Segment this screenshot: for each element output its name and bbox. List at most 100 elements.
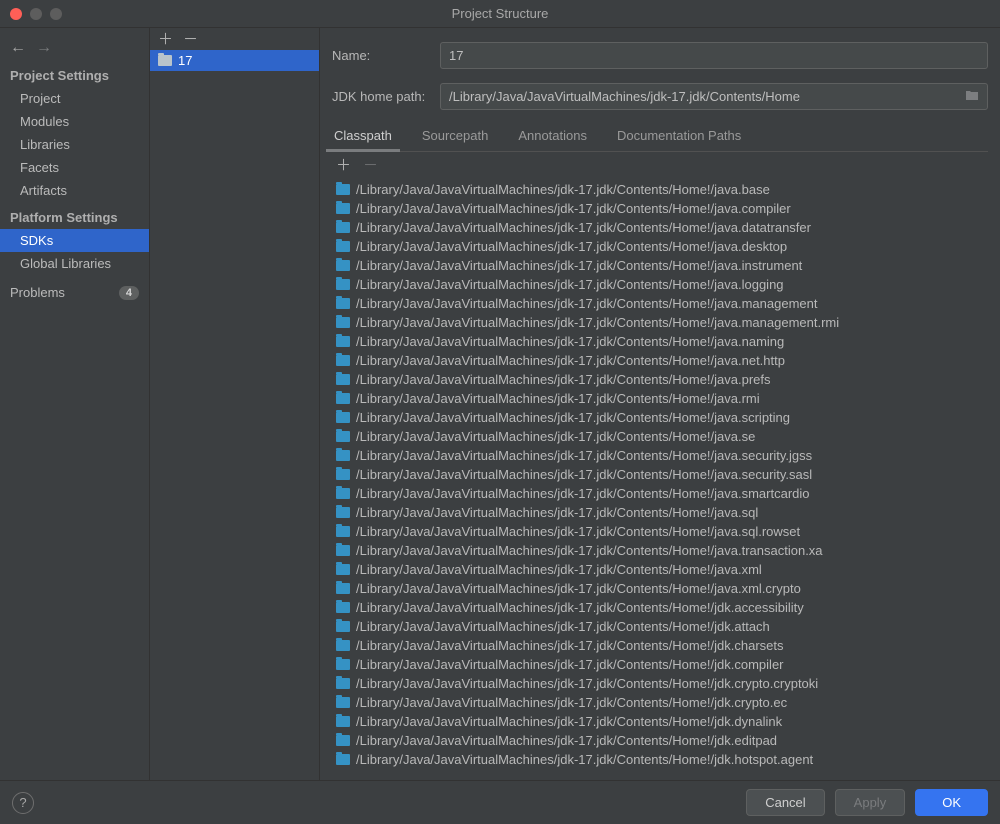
classpath-path: /Library/Java/JavaVirtualMachines/jdk-17…: [356, 619, 770, 634]
classpath-path: /Library/Java/JavaVirtualMachines/jdk-17…: [356, 429, 755, 444]
classpath-row[interactable]: /Library/Java/JavaVirtualMachines/jdk-17…: [332, 199, 988, 218]
problems-label: Problems: [10, 285, 65, 300]
folder-icon: [336, 184, 350, 195]
classpath-row[interactable]: /Library/Java/JavaVirtualMachines/jdk-17…: [332, 294, 988, 313]
classpath-path: /Library/Java/JavaVirtualMachines/jdk-17…: [356, 315, 839, 330]
ok-button[interactable]: OK: [915, 789, 988, 816]
nav-item-problems[interactable]: Problems 4: [0, 275, 149, 304]
classpath-row[interactable]: /Library/Java/JavaVirtualMachines/jdk-17…: [332, 579, 988, 598]
jdk-home-path-input[interactable]: [441, 84, 957, 109]
cancel-button[interactable]: Cancel: [746, 789, 824, 816]
sdk-detail-panel: Name: JDK home path: ClasspathSourcepath…: [320, 28, 1000, 780]
nav-item-artifacts[interactable]: Artifacts: [0, 179, 149, 202]
help-icon[interactable]: ?: [12, 792, 34, 814]
classpath-path: /Library/Java/JavaVirtualMachines/jdk-17…: [356, 467, 812, 482]
classpath-row[interactable]: /Library/Java/JavaVirtualMachines/jdk-17…: [332, 313, 988, 332]
classpath-path: /Library/Java/JavaVirtualMachines/jdk-17…: [356, 410, 790, 425]
tab-annotations[interactable]: Annotations: [516, 122, 589, 151]
folder-icon: [336, 393, 350, 404]
minimize-icon[interactable]: [30, 8, 42, 20]
nav-back-icon[interactable]: ←: [10, 40, 26, 56]
nav-item-sdks[interactable]: SDKs: [0, 229, 149, 252]
folder-icon: [336, 507, 350, 518]
nav-item-project[interactable]: Project: [0, 87, 149, 110]
classpath-path: /Library/Java/JavaVirtualMachines/jdk-17…: [356, 505, 758, 520]
nav-item-modules[interactable]: Modules: [0, 110, 149, 133]
classpath-path: /Library/Java/JavaVirtualMachines/jdk-17…: [356, 543, 823, 558]
classpath-row[interactable]: /Library/Java/JavaVirtualMachines/jdk-17…: [332, 636, 988, 655]
tab-documentation-paths[interactable]: Documentation Paths: [615, 122, 743, 151]
folder-icon: [336, 564, 350, 575]
remove-sdk-icon[interactable]: －: [183, 32, 198, 47]
folder-icon: [336, 621, 350, 632]
nav-item-libraries[interactable]: Libraries: [0, 133, 149, 156]
folder-icon: [336, 602, 350, 613]
classpath-row[interactable]: /Library/Java/JavaVirtualMachines/jdk-17…: [332, 465, 988, 484]
sdk-list[interactable]: 17: [150, 50, 319, 780]
classpath-row[interactable]: /Library/Java/JavaVirtualMachines/jdk-17…: [332, 522, 988, 541]
classpath-row[interactable]: /Library/Java/JavaVirtualMachines/jdk-17…: [332, 617, 988, 636]
classpath-row[interactable]: /Library/Java/JavaVirtualMachines/jdk-17…: [332, 180, 988, 199]
add-sdk-icon[interactable]: ＋: [158, 32, 173, 47]
classpath-row[interactable]: /Library/Java/JavaVirtualMachines/jdk-17…: [332, 503, 988, 522]
classpath-row[interactable]: /Library/Java/JavaVirtualMachines/jdk-17…: [332, 408, 988, 427]
classpath-row[interactable]: /Library/Java/JavaVirtualMachines/jdk-17…: [332, 655, 988, 674]
name-input[interactable]: [440, 42, 988, 69]
classpath-row[interactable]: /Library/Java/JavaVirtualMachines/jdk-17…: [332, 237, 988, 256]
folder-icon: [336, 412, 350, 423]
folder-icon: [336, 260, 350, 271]
classpath-row[interactable]: /Library/Java/JavaVirtualMachines/jdk-17…: [332, 484, 988, 503]
dialog-footer: ? Cancel Apply OK: [0, 780, 1000, 824]
classpath-row[interactable]: /Library/Java/JavaVirtualMachines/jdk-17…: [332, 674, 988, 693]
folder-icon: [336, 659, 350, 670]
folder-icon: [336, 203, 350, 214]
classpath-row[interactable]: /Library/Java/JavaVirtualMachines/jdk-17…: [332, 712, 988, 731]
window-controls: [10, 8, 62, 20]
classpath-row[interactable]: /Library/Java/JavaVirtualMachines/jdk-17…: [332, 731, 988, 750]
folder-icon: [336, 697, 350, 708]
folder-icon: [336, 222, 350, 233]
classpath-row[interactable]: /Library/Java/JavaVirtualMachines/jdk-17…: [332, 693, 988, 712]
classpath-row[interactable]: /Library/Java/JavaVirtualMachines/jdk-17…: [332, 560, 988, 579]
classpath-row[interactable]: /Library/Java/JavaVirtualMachines/jdk-17…: [332, 370, 988, 389]
classpath-path: /Library/Java/JavaVirtualMachines/jdk-17…: [356, 296, 818, 311]
classpath-row[interactable]: /Library/Java/JavaVirtualMachines/jdk-17…: [332, 256, 988, 275]
classpath-path: /Library/Java/JavaVirtualMachines/jdk-17…: [356, 486, 810, 501]
folder-icon: [336, 317, 350, 328]
classpath-row[interactable]: /Library/Java/JavaVirtualMachines/jdk-17…: [332, 750, 988, 769]
nav-item-global-libraries[interactable]: Global Libraries: [0, 252, 149, 275]
folder-icon: [336, 450, 350, 461]
classpath-row[interactable]: /Library/Java/JavaVirtualMachines/jdk-17…: [332, 351, 988, 370]
close-icon[interactable]: [10, 8, 22, 20]
sdk-item[interactable]: 17: [150, 50, 319, 71]
name-label: Name:: [332, 48, 428, 63]
maximize-icon[interactable]: [50, 8, 62, 20]
classpath-path: /Library/Java/JavaVirtualMachines/jdk-17…: [356, 600, 804, 615]
classpath-row[interactable]: /Library/Java/JavaVirtualMachines/jdk-17…: [332, 389, 988, 408]
classpath-row[interactable]: /Library/Java/JavaVirtualMachines/jdk-17…: [332, 332, 988, 351]
folder-icon: [336, 583, 350, 594]
browse-folder-icon[interactable]: [957, 89, 987, 104]
classpath-row[interactable]: /Library/Java/JavaVirtualMachines/jdk-17…: [332, 218, 988, 237]
sdk-list-panel: ＋ － 17: [150, 28, 320, 780]
nav-item-facets[interactable]: Facets: [0, 156, 149, 179]
add-classpath-icon[interactable]: ＋: [336, 158, 351, 173]
tab-classpath[interactable]: Classpath: [332, 122, 394, 151]
folder-icon: [158, 55, 172, 66]
folder-icon: [336, 469, 350, 480]
classpath-path: /Library/Java/JavaVirtualMachines/jdk-17…: [356, 353, 785, 368]
classpath-row[interactable]: /Library/Java/JavaVirtualMachines/jdk-17…: [332, 541, 988, 560]
window-title: Project Structure: [452, 6, 549, 21]
folder-icon: [336, 279, 350, 290]
classpath-row[interactable]: /Library/Java/JavaVirtualMachines/jdk-17…: [332, 598, 988, 617]
classpath-path: /Library/Java/JavaVirtualMachines/jdk-17…: [356, 258, 802, 273]
classpath-list[interactable]: /Library/Java/JavaVirtualMachines/jdk-17…: [332, 180, 988, 774]
classpath-row[interactable]: /Library/Java/JavaVirtualMachines/jdk-17…: [332, 427, 988, 446]
folder-icon: [336, 716, 350, 727]
tab-sourcepath[interactable]: Sourcepath: [420, 122, 491, 151]
classpath-row[interactable]: /Library/Java/JavaVirtualMachines/jdk-17…: [332, 275, 988, 294]
folder-icon: [336, 355, 350, 366]
classpath-row[interactable]: /Library/Java/JavaVirtualMachines/jdk-17…: [332, 446, 988, 465]
folder-icon: [336, 735, 350, 746]
folder-icon: [336, 298, 350, 309]
